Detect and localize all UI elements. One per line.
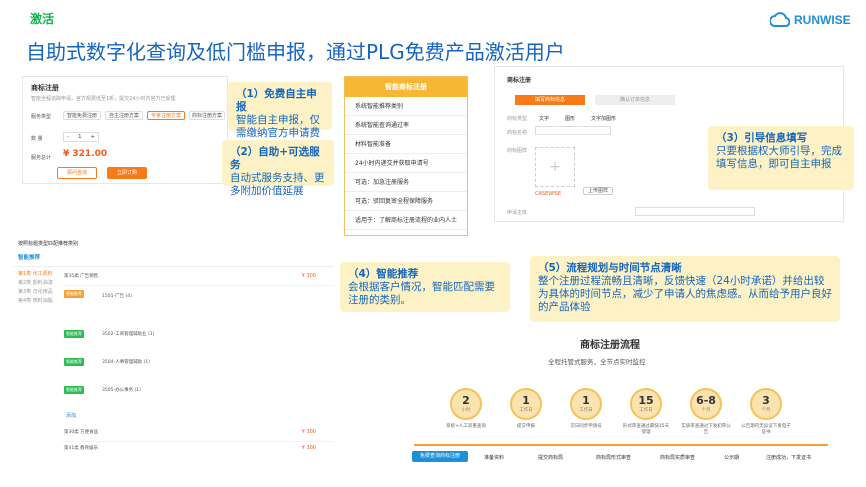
flow-step-desc: 提交申报: [517, 424, 535, 429]
flow-step: 2 小时: [450, 388, 482, 420]
row-price: ¥ 300: [301, 445, 316, 451]
callout-heading: （1）免费自主申报: [236, 88, 317, 113]
upload-plus-icon[interactable]: +: [535, 147, 575, 187]
trademark-name-input[interactable]: [535, 126, 611, 135]
sidebar-category[interactable]: 第1类 化工原料: [18, 270, 60, 279]
type-option[interactable]: 文字加图形: [591, 115, 616, 122]
logo-text: RUNWISE: [794, 13, 851, 27]
preview-text: CASEWISE: [535, 191, 561, 197]
flow-title: 商标注册流程: [580, 340, 640, 351]
sidebar-category[interactable]: 第4类 燃料油脂: [18, 297, 60, 306]
callout-body: 整个注册过程流畅且清晰，反馈快速（24小时承诺）并给出较为具体的时间节点，减少了…: [538, 275, 832, 313]
form-title: 商标注册: [507, 77, 532, 84]
feature-item-optional: 可选：加急注册服务: [345, 173, 467, 192]
feature-item: 材料智能准备: [345, 135, 467, 154]
flow-step: 3 个月: [750, 388, 782, 420]
callout-guided-form: （3）引导信息填写 只要根据权大师引导，完成填写信息，即可自主申报: [708, 126, 854, 190]
subclass-row[interactable]: 3504-人事管理辅助 (1): [102, 359, 150, 365]
subclass-row[interactable]: 3502-工商管理辅助业 (1): [102, 331, 154, 337]
service-option[interactable]: 商标注册方案: [189, 111, 225, 120]
flow-step-desc: 系统+人工双重查询: [446, 424, 486, 429]
timeline-stage: 商标局实质审查: [660, 455, 696, 461]
service-option[interactable]: 自主注册方案: [105, 111, 143, 120]
subclass-row[interactable]: 3505-办公事务 (1): [102, 387, 141, 393]
pricing-subtitle: 智能全程追踪申请，官方规费低至1折，提交24小时内官方已受理: [31, 96, 176, 102]
total-label: 服务总计: [31, 155, 52, 161]
type-option-selected[interactable]: 文字: [539, 115, 549, 122]
callout-self-service: （2）自助+可选服务 自动式服务支持、更多附加价值延展: [222, 140, 334, 197]
callout-free-self-filing: （1）免费自主申报 智能自主申报，仅需缴纳官方申请费: [228, 82, 332, 139]
callout-body: 自动式服务支持、更多附加价值延展: [230, 172, 325, 197]
field-label: 申请主体: [507, 210, 528, 216]
smart-registration-banner: 智能商标注册: [345, 77, 467, 97]
timeline-stage: 准备资料: [484, 455, 505, 461]
pricing-title: 商标注册: [31, 84, 59, 92]
flow-step-desc: 次日同步申请号: [570, 424, 602, 429]
type-option[interactable]: 图形: [565, 115, 575, 122]
callout-heading: （3）引导信息填写: [716, 132, 808, 144]
step-tab-active: 填写商标信息: [515, 95, 585, 105]
recommend-tag: 智能推荐: [18, 255, 41, 261]
callout-heading: （4）智能推荐: [348, 268, 419, 280]
free-query-button[interactable]: 免费查询商标注册: [412, 451, 468, 462]
callout-body: 会根据客户情况，智能匹配需要注册的类别。: [348, 281, 495, 306]
callout-clear-process: （5）流程规划与时间节点清晰 整个注册过程流畅且清晰，反馈快速（24小时承诺）并…: [530, 256, 840, 322]
flow-step-desc: 实质审查通过下发初审公告: [681, 424, 731, 435]
row-price: ¥ 300: [301, 429, 316, 435]
feature-item: 适用于：了解商标注册流程的业内人士: [345, 211, 467, 230]
field-label: 商标名称: [507, 130, 528, 136]
add-class-link[interactable]: 添加: [66, 412, 76, 419]
feature-item: 24小时内递交并获取申请号: [345, 154, 467, 173]
row-price: ¥ 300: [301, 273, 316, 279]
sidebar-category[interactable]: 第2类 颜料油漆: [18, 279, 60, 288]
recommend-header: 按照标题类型匹配推荐类别: [18, 241, 79, 247]
screenshot-recommendation: 按照标题类型匹配推荐类别 智能推荐 第1类 化工原料 第2类 颜料油漆 第3类 …: [14, 236, 334, 456]
feature-item: 系统智能查询通过率: [345, 116, 467, 135]
callout-heading: （2）自助+可选服务: [230, 146, 320, 171]
callout-body: 只要根据权大师引导，完成填写信息，即可自主申报: [716, 145, 842, 170]
service-option[interactable]: 智能免费注册: [63, 111, 101, 120]
timeline-line: [414, 444, 828, 446]
service-label: 服务类型: [31, 114, 52, 120]
callout-body: 智能自主申报，仅需缴纳官方申请费: [236, 114, 320, 139]
section-tag: 激活: [30, 12, 55, 26]
step-tab: 确认订单信息: [595, 95, 675, 105]
callout-heading: （5）流程规划与时间节点清晰: [538, 262, 682, 274]
total-price: ¥ 321.00: [63, 149, 108, 159]
cloud-logo-icon: [770, 12, 790, 27]
flow-step: 15 工作日: [630, 388, 662, 420]
sidebar-category[interactable]: 第3类 日化用品: [18, 288, 60, 297]
runwise-logo: RUNWISE: [770, 8, 860, 32]
screenshot-pricing: 商标注册 智能全程追踪申请，官方规费低至1折，提交24小时内官方已受理 服务类型…: [22, 76, 228, 184]
timeline-stage: 公示期: [724, 455, 740, 461]
field-label: 商标类型: [507, 116, 528, 122]
flow-step-desc: 形式审查通过最快15天受理: [622, 424, 670, 435]
upload-button[interactable]: 上传图样: [583, 187, 613, 195]
class-row[interactable]: 第30类 方便食品: [64, 429, 98, 435]
screenshot-smart-registration: 智能商标注册 系统智能推荐类别 系统智能查询通过率 材料智能准备 24小时内递交…: [344, 76, 468, 236]
consult-button[interactable]: 顾问咨询: [57, 167, 97, 179]
feature-item-optional: 可选：驳回复审全程保障服务: [345, 192, 467, 211]
class-row[interactable]: 第35类 广告销售: [64, 273, 98, 279]
flow-step: 6-8 个月: [690, 388, 722, 420]
feature-item: 系统智能推荐类别: [345, 97, 467, 116]
page-title: 自助式数字化查询及低门槛申报，通过PLG免费产品激活用户: [26, 40, 565, 64]
service-option-selected[interactable]: 专家注册方案: [147, 111, 185, 120]
order-button[interactable]: 立即订购: [107, 167, 147, 179]
timeline-stage: 提交商标局: [538, 455, 564, 461]
flow-step-desc: 公告期内无异议下发电子证书: [741, 424, 791, 435]
applicant-input[interactable]: [635, 207, 755, 216]
quantity-stepper[interactable]: -1 +: [63, 132, 99, 142]
field-label: 商标图样: [507, 148, 528, 154]
timeline-stage: 注册成功，下发证书: [766, 455, 812, 461]
timeline-stage: 商标局形式审查: [596, 455, 632, 461]
qty-label: 数 量: [31, 136, 43, 142]
callout-smart-recommend: （4）智能推荐 会根据客户情况，智能匹配需要注册的类别。: [340, 262, 510, 312]
flow-step: 1 工作日: [510, 388, 542, 420]
class-row[interactable]: 第41类 教育娱乐: [64, 445, 98, 451]
flow-subtitle: 全程托管式服务，全节点实时监控: [548, 358, 646, 366]
flow-step: 1 工作日: [570, 388, 602, 420]
subclass-row[interactable]: 1501-广告 (4): [102, 293, 132, 299]
